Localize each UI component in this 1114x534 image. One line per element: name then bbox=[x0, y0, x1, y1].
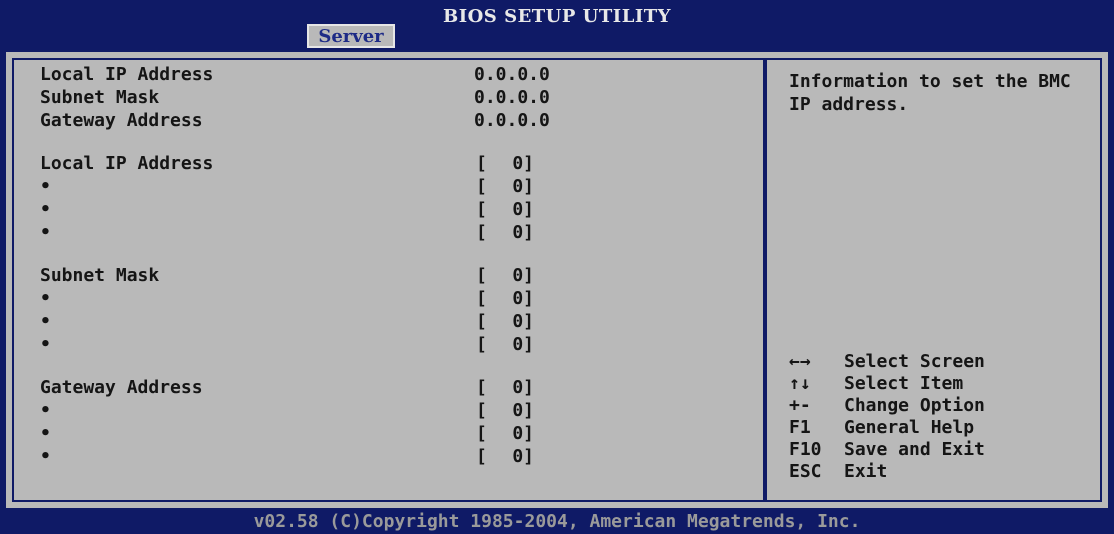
arrows-up-down-icon: ↑↓ bbox=[789, 373, 811, 394]
gateway-octet-3-label: • bbox=[40, 423, 51, 444]
key-desc-select-item: Select Item bbox=[844, 373, 964, 394]
subnet-mask-octet-2[interactable]: [0] bbox=[476, 288, 534, 310]
help-text: Information to set the BMC IP address. bbox=[789, 71, 1071, 115]
subnet-mask-octet-4-label: • bbox=[40, 334, 51, 355]
copyright-footer: v02.58 (C)Copyright 1985-2004, American … bbox=[253, 511, 861, 532]
gateway-octet-1[interactable]: [0] bbox=[476, 377, 534, 399]
local-ip-octet-2-label: • bbox=[40, 176, 51, 197]
subnet-mask-octet-3-label: • bbox=[40, 311, 51, 332]
subnet-mask-octet-1[interactable]: [0] bbox=[476, 265, 534, 287]
key-row-exit: ESC Exit bbox=[789, 461, 985, 483]
gateway-octet-3[interactable]: [0] bbox=[476, 423, 534, 445]
status-value-local-ip: 0.0.0.0 bbox=[474, 64, 550, 85]
key-f10: F10 bbox=[789, 439, 822, 460]
subnet-mask-octet-2-label: • bbox=[40, 288, 51, 309]
local-ip-octet-2[interactable]: [0] bbox=[476, 176, 534, 198]
group-label-local-ip: Local IP Address bbox=[40, 153, 214, 174]
key-desc-select-screen: Select Screen bbox=[844, 351, 985, 372]
key-row-save-exit: F10 Save and Exit bbox=[789, 439, 985, 461]
key-desc-save-exit: Save and Exit bbox=[844, 439, 985, 460]
gateway-octet-2-label: • bbox=[40, 400, 51, 421]
key-esc: ESC bbox=[789, 461, 822, 482]
tab-server[interactable]: Server bbox=[307, 24, 395, 48]
local-ip-octet-4[interactable]: [0] bbox=[476, 222, 534, 244]
group-label-subnet-mask: Subnet Mask bbox=[40, 265, 160, 286]
title-bar: BIOS SETUP UTILITY Server bbox=[0, 0, 1114, 50]
key-f1: F1 bbox=[789, 417, 811, 438]
local-ip-octet-3-label: • bbox=[40, 199, 51, 220]
group-label-gateway: Gateway Address bbox=[40, 377, 203, 398]
status-value-gateway: 0.0.0.0 bbox=[474, 110, 550, 131]
key-row-general-help: F1 General Help bbox=[789, 417, 985, 439]
status-label-gateway: Gateway Address bbox=[40, 110, 203, 131]
status-label-local-ip: Local IP Address bbox=[40, 64, 214, 85]
gateway-octet-4[interactable]: [0] bbox=[476, 446, 534, 468]
key-plus-minus: +- bbox=[789, 395, 811, 416]
key-desc-exit: Exit bbox=[844, 461, 888, 482]
app-title: BIOS SETUP UTILITY bbox=[442, 6, 672, 27]
key-desc-general-help: General Help bbox=[844, 417, 975, 438]
key-row-change-option: +- Change Option bbox=[789, 395, 985, 417]
panel-divider bbox=[763, 58, 767, 502]
key-legend: ←→ Select Screen ↑↓ Select Item +- Chang… bbox=[789, 351, 985, 483]
status-label-subnet-mask: Subnet Mask bbox=[40, 87, 160, 108]
local-ip-octet-3[interactable]: [0] bbox=[476, 199, 534, 221]
local-ip-octet-1[interactable]: [0] bbox=[476, 153, 534, 175]
gateway-octet-4-label: • bbox=[40, 446, 51, 467]
subnet-mask-octet-3[interactable]: [0] bbox=[476, 311, 534, 333]
subnet-mask-octet-4[interactable]: [0] bbox=[476, 334, 534, 356]
gateway-octet-2[interactable]: [0] bbox=[476, 400, 534, 422]
local-ip-octet-4-label: • bbox=[40, 222, 51, 243]
key-row-select-screen: ←→ Select Screen bbox=[789, 351, 985, 373]
arrows-left-right-icon: ←→ bbox=[789, 351, 811, 372]
key-row-select-item: ↑↓ Select Item bbox=[789, 373, 985, 395]
key-desc-change-option: Change Option bbox=[844, 395, 985, 416]
status-value-subnet-mask: 0.0.0.0 bbox=[474, 87, 550, 108]
